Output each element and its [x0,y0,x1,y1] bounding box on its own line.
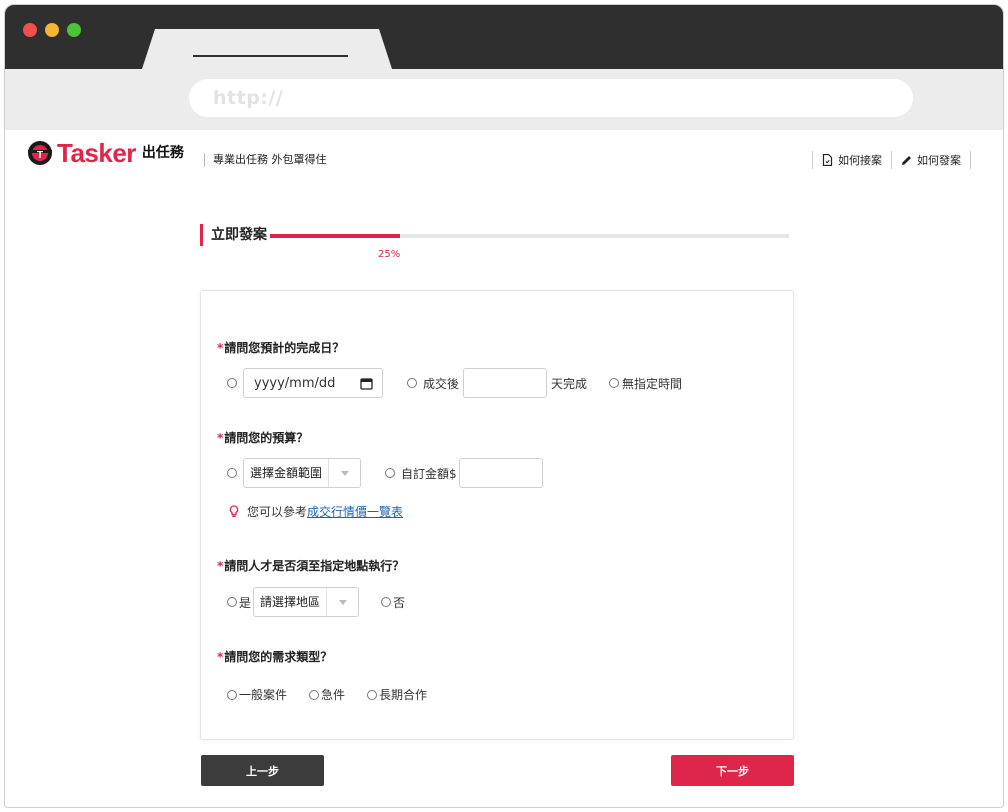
nav-label: 如何接案 [838,154,882,167]
region-select[interactable]: 請選擇地區 [253,587,360,617]
calendar-icon [360,377,373,390]
required-mark: * [217,431,224,445]
select-value: 請選擇地區 [260,595,321,609]
header-nav: 如何接案 如何發案 [812,151,971,169]
document-icon [822,154,833,166]
next-step-button[interactable]: 下一步 [671,755,794,786]
site-header: T Tasker 出任務 專業出任務 外包罩得住 如何接案 如何發案 [0,125,1008,185]
question-request-type: *請問您的需求類型？ [217,648,332,665]
days-input[interactable] [463,368,548,398]
question-label: 請問您的需求類型？ [224,650,333,664]
pencil-icon [902,155,911,165]
progress-section: 立即發案 25% [200,224,790,264]
question-label: 請問您預計的完成日？ [224,341,345,355]
close-window-button[interactable] [23,23,37,37]
radio-budget-range[interactable] [227,468,237,478]
no-time-label: 無指定時間 [622,376,683,391]
tip-text: 您可以參考 [247,505,308,519]
browser-toolbar: http:// [5,69,1003,130]
radio-general-case[interactable] [227,689,237,700]
question-completion-date: *請問您預計的完成日？ [217,339,344,356]
browser-titlebar [5,5,1003,69]
request-type-options: 一般案件 急件 長期合作 [227,686,427,703]
logo[interactable]: T Tasker 出任務 [26,139,184,167]
question-budget: *請問您的預算？ [217,429,308,446]
custom-budget-label: 自訂金額$ [401,466,457,481]
option-label: 長期合作 [379,688,428,702]
nav-label: 如何發案 [917,154,961,167]
budget-tip: 您可以參考 成交行情價一覽表 [229,503,403,520]
chevron-down-icon [328,459,360,487]
minimize-window-button[interactable] [45,23,59,37]
date-placeholder: yyyy/mm/dd [254,375,336,391]
option-label: 一般案件 [239,688,288,702]
radio-specific-date[interactable] [227,378,237,388]
yes-label: 是 [239,595,252,610]
previous-step-button[interactable]: 上一步 [201,755,324,786]
option-label: 急件 [321,688,346,702]
after-deal-label: 成交後 [423,376,460,391]
radio-long-term[interactable] [367,689,378,700]
completion-date-options: yyyy/mm/dd 成交後 天完成 無指定時間 [227,368,682,398]
no-label: 否 [393,595,406,610]
question-label: 請問人才是否須至指定地點執行？ [224,559,405,573]
days-suffix-label: 天完成 [551,376,588,391]
radio-on-site-yes[interactable] [227,597,237,607]
required-mark: * [217,650,224,664]
progress-percent: 25% [378,249,401,260]
radio-custom-budget[interactable] [385,468,396,478]
logo-wordmark: Tasker [57,138,136,168]
radio-urgent[interactable] [309,689,320,700]
tab-title-placeholder [193,55,348,57]
logo-chinese-name: 出任務 [141,145,184,161]
question-label: 請問您的預算？ [224,431,309,445]
required-mark: * [217,559,224,573]
on-site-options: 是 請選擇地區 否 [227,587,405,617]
date-input[interactable]: yyyy/mm/dd [243,368,383,398]
lightbulb-icon [229,505,239,517]
page-title: 立即發案 [200,224,267,246]
nav-how-to-take-cases[interactable]: 如何接案 [812,151,891,169]
radio-days-after-deal[interactable] [407,378,417,388]
svg-text:T: T [37,150,43,161]
question-on-site: *請問人才是否須至指定地點執行？ [217,557,404,574]
price-list-link[interactable]: 成交行情價一覽表 [307,503,403,520]
progress-fill [270,234,400,238]
address-bar[interactable]: http:// [189,79,913,117]
radio-on-site-no[interactable] [381,597,392,607]
budget-options: 選擇金額範圍 自訂金額$ [227,458,543,488]
budget-range-select[interactable]: 選擇金額範圍 [243,458,362,488]
radio-no-time-limit[interactable] [609,378,620,388]
select-value: 選擇金額範圍 [250,466,323,480]
nav-how-to-post-cases[interactable]: 如何發案 [891,151,971,169]
custom-budget-input[interactable] [458,458,543,488]
maximize-window-button[interactable] [67,23,81,37]
helmet-logo-icon: T [28,141,52,165]
post-case-form: *請問您預計的完成日？ yyyy/mm/dd 成交後 天完成 無指定時間 *請問… [200,290,794,740]
browser-tab[interactable] [142,29,392,69]
site-tagline: 專業出任務 外包罩得住 [204,153,327,167]
chevron-down-icon [326,588,358,616]
required-mark: * [217,341,224,355]
progress-bar [270,234,789,238]
